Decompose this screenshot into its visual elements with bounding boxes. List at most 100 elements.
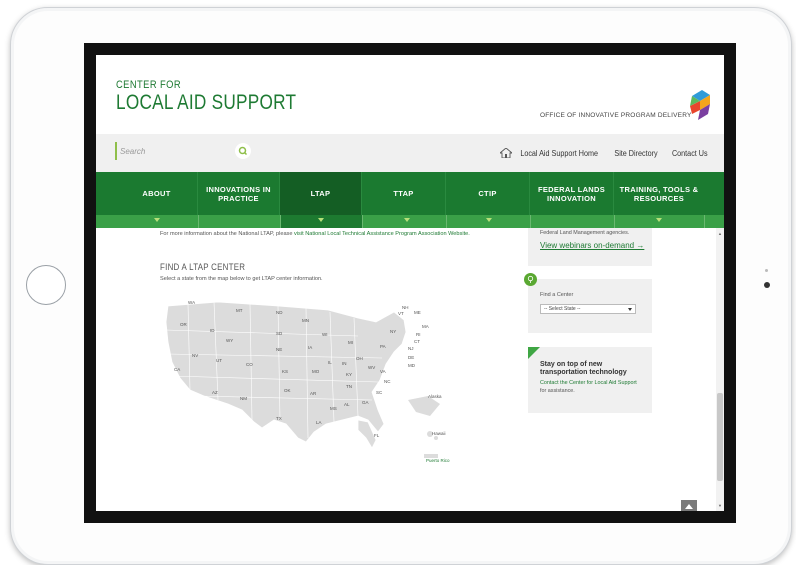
- local-aid-home-link[interactable]: Local Aid Support Home: [520, 149, 598, 158]
- nav-dropdown-arrow-icon[interactable]: [404, 218, 410, 222]
- state-label[interactable]: IA: [308, 345, 312, 350]
- search-icon: [238, 146, 248, 156]
- state-label[interactable]: PA: [380, 344, 386, 349]
- nav-divider: [530, 215, 531, 228]
- state-label[interactable]: NJ: [408, 346, 414, 351]
- nav-item-training[interactable]: TRAINING, TOOLS & RESOURCES: [614, 172, 704, 215]
- state-label[interactable]: WV: [368, 365, 375, 370]
- intro-paragraph: For more information about the National …: [160, 230, 480, 238]
- state-label[interactable]: KS: [282, 369, 288, 374]
- tablet-home-button[interactable]: [26, 265, 66, 305]
- state-label[interactable]: OK: [284, 388, 291, 393]
- webinars-text: Federal Land Management agencies.: [540, 230, 630, 236]
- state-label[interactable]: CA: [174, 367, 180, 372]
- nav-item-about[interactable]: ABOUT: [116, 172, 198, 215]
- state-label[interactable]: NE: [276, 347, 282, 352]
- state-label[interactable]: MD: [408, 363, 415, 368]
- contact-suffix: for assistance.: [540, 387, 575, 394]
- state-label[interactable]: VA: [380, 369, 386, 374]
- state-label[interactable]: MT: [236, 308, 243, 313]
- tablet-sensor: [765, 269, 768, 272]
- state-label[interactable]: ND: [276, 310, 283, 315]
- state-label[interactable]: ME: [414, 310, 421, 315]
- state-label[interactable]: SC: [376, 390, 382, 395]
- state-label[interactable]: MA: [422, 324, 429, 329]
- state-label[interactable]: MO: [312, 369, 319, 374]
- state-label[interactable]: DE: [408, 355, 414, 360]
- search-accent-line: [115, 142, 117, 160]
- state-label[interactable]: UT: [216, 358, 222, 363]
- contact-center-link[interactable]: Contact the Center for Local Aid Support: [540, 380, 637, 386]
- state-label[interactable]: MS: [330, 406, 337, 411]
- scrollbar-thumb[interactable]: [717, 393, 723, 481]
- state-label[interactable]: VT: [398, 311, 404, 316]
- find-center-card: Find a Center -- Select State --: [528, 279, 652, 333]
- nav-dropdown-arrow-icon[interactable]: [318, 218, 324, 222]
- state-label[interactable]: WY: [226, 338, 233, 343]
- utility-links: Local Aid Support Home Site Directory Co…: [500, 148, 710, 158]
- us-state-map[interactable]: [158, 292, 468, 482]
- state-label[interactable]: LA: [316, 420, 322, 425]
- stay-informed-card: Stay on top of new transportation techno…: [528, 347, 652, 413]
- state-label[interactable]: AL: [344, 402, 350, 407]
- tablet-screen: CENTER FOR LOCAL AID SUPPORT OFFICE OF I…: [84, 43, 736, 523]
- utility-bar: Local Aid Support Home Site Directory Co…: [96, 134, 724, 172]
- state-label[interactable]: AZ: [212, 390, 218, 395]
- state-label[interactable]: SD: [276, 331, 282, 336]
- state-label[interactable]: AR: [310, 391, 316, 396]
- state-label[interactable]: KY: [346, 372, 352, 377]
- state-label[interactable]: CT: [414, 339, 420, 344]
- nav-item-ltap[interactable]: LTAP: [280, 172, 362, 215]
- location-badge-icon: [524, 273, 537, 286]
- state-label[interactable]: WI: [322, 332, 328, 337]
- find-ltap-instructions: Select a state from the map below to get…: [160, 276, 323, 282]
- state-label[interactable]: IN: [342, 361, 347, 366]
- state-label[interactable]: IL: [328, 360, 332, 365]
- state-label[interactable]: MN: [302, 318, 309, 323]
- map-pin-icon: [527, 275, 534, 283]
- state-label[interactable]: TN: [346, 384, 352, 389]
- state-label[interactable]: OH: [356, 356, 363, 361]
- nav-submenu-bar: [96, 215, 724, 228]
- territory-hawaii[interactable]: Hawaii: [432, 431, 446, 436]
- brand-top-line: CENTER FOR: [116, 79, 182, 91]
- nav-divider: [446, 215, 447, 228]
- nav-item-innovations[interactable]: INNOVATIONS IN PRACTICE: [198, 172, 280, 215]
- site-header: CENTER FOR LOCAL AID SUPPORT OFFICE OF I…: [96, 55, 724, 134]
- nav-dropdown-arrow-icon[interactable]: [486, 218, 492, 222]
- nltapa-website-link[interactable]: visit National Local Technical Assistanc…: [294, 231, 470, 237]
- state-label[interactable]: OR: [180, 322, 187, 327]
- state-label[interactable]: ID: [210, 328, 215, 333]
- card-corner-accent: [528, 347, 540, 359]
- nav-dropdown-arrow-icon[interactable]: [154, 218, 160, 222]
- state-label[interactable]: GA: [362, 400, 369, 405]
- scroll-down-arrow-icon[interactable]: ▼: [718, 503, 722, 508]
- state-select[interactable]: -- Select State --: [540, 304, 636, 314]
- site-logo-text[interactable]: LOCAL AID SUPPORT: [116, 91, 296, 115]
- state-label[interactable]: NY: [390, 329, 396, 334]
- scroll-up-arrow-icon[interactable]: ▲: [718, 231, 722, 236]
- search-button[interactable]: [235, 143, 251, 159]
- state-label[interactable]: RI: [416, 332, 421, 337]
- nav-item-ctip[interactable]: CTIP: [446, 172, 530, 215]
- view-webinars-link[interactable]: View webinars on-demand →: [540, 241, 644, 250]
- contact-us-link[interactable]: Contact Us: [672, 149, 708, 158]
- state-label[interactable]: TX: [276, 416, 282, 421]
- state-label[interactable]: CO: [246, 362, 253, 367]
- state-label[interactable]: NH: [402, 305, 409, 310]
- state-label[interactable]: NV: [192, 353, 198, 358]
- site-directory-link[interactable]: Site Directory: [615, 149, 658, 158]
- nav-item-federal-lands[interactable]: FEDERAL LANDS INNOVATION: [530, 172, 614, 215]
- state-label[interactable]: NC: [384, 379, 391, 384]
- territory-puerto-rico[interactable]: Puerto Rico: [426, 458, 450, 463]
- state-label[interactable]: WA: [188, 300, 195, 305]
- stay-informed-text: Contact the Center for Local Aid Support…: [540, 380, 640, 395]
- territory-alaska[interactable]: Alaska: [428, 394, 442, 399]
- back-to-top-button[interactable]: [681, 500, 697, 511]
- nav-dropdown-arrow-icon[interactable]: [656, 218, 662, 222]
- nav-item-ttap[interactable]: TTAP: [362, 172, 446, 215]
- search-input[interactable]: [120, 142, 210, 160]
- state-label[interactable]: FL: [374, 433, 379, 438]
- state-label[interactable]: NM: [240, 396, 247, 401]
- state-label[interactable]: MI: [348, 340, 353, 345]
